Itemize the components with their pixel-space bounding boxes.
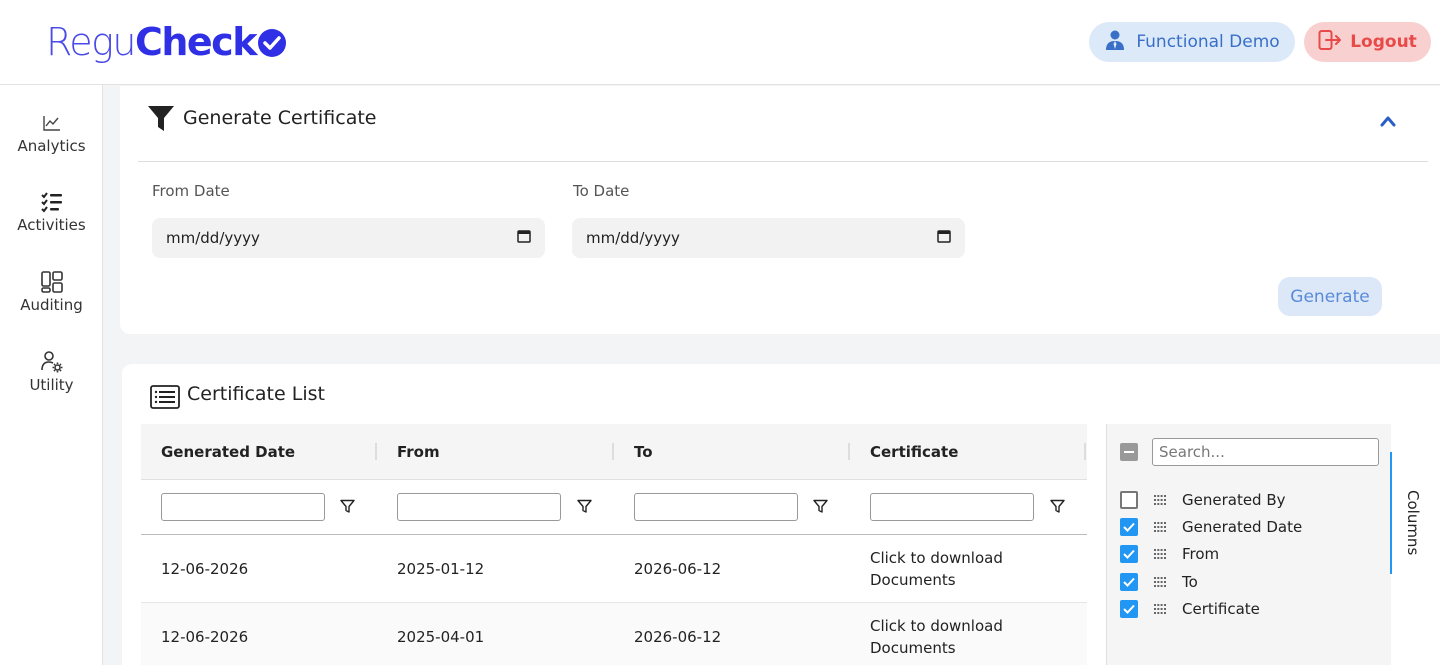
sidebar-item-label: Utility [29,376,74,394]
column-toggle-generated-date[interactable]: Generated Date [1120,515,1302,539]
column-toggle-label: Generated Date [1182,518,1303,536]
from-date-value: mm/dd/yyyy [166,229,260,247]
regucheck-logo[interactable]: Regu Check [46,18,286,66]
app-header: Regu Check Functional Demo Logout [0,0,1440,85]
to-filter-input[interactable] [634,493,798,521]
sidebar-item-label: Activities [17,216,86,234]
drag-handle-icon[interactable] [1154,522,1166,532]
filter-icon [147,105,175,137]
generated-date-cell: 12-06-2026 [161,628,249,646]
certificate-download-link[interactable]: Click to download Documents [870,535,1003,603]
column-header-to[interactable]: To [634,424,653,480]
column-toggle-label: Certificate [1182,600,1260,618]
certificate-filter-input[interactable] [870,493,1034,521]
certificate-download-link[interactable]: Click to download Documents [870,603,1003,665]
logout-label: Logout [1350,32,1417,52]
logo-text-check: Check [134,20,258,64]
generate-certificate-title: Generate Certificate [183,107,377,129]
drag-handle-icon[interactable] [1154,604,1166,614]
logout-icon [1318,29,1342,56]
filter-icon[interactable] [577,499,592,518]
checklist-icon [0,190,103,214]
to-cell: 2026-06-12 [634,560,722,578]
table-row[interactable]: 12-06-2026 2025-01-12 2026-06-12 Click t… [141,535,1087,603]
certificate-link-line1: Click to download [870,617,1003,635]
from-filter-input[interactable] [397,493,561,521]
generate-certificate-panel: Generate Certificate From Date To Date m… [120,86,1440,334]
filter-row [141,480,1087,535]
functional-demo-label: Functional Demo [1136,32,1280,52]
check-badge-icon [257,29,286,57]
sidebar-item-analytics[interactable]: Analytics [0,111,103,155]
certificate-list-panel: Certificate List Generated Date From To … [122,364,1440,665]
drag-handle-icon[interactable] [1154,495,1166,505]
columns-search-input[interactable] [1152,438,1379,466]
filter-icon[interactable] [1050,499,1065,518]
column-toggle-label: Generated By [1182,491,1286,509]
column-resize-handle[interactable] [848,443,850,460]
drag-handle-icon[interactable] [1154,549,1166,559]
columns-side-tab[interactable]: Columns [1390,452,1428,574]
sidebar-item-label: Analytics [17,137,86,155]
logo-text-regu: Regu [46,20,136,64]
drag-handle-icon[interactable] [1154,577,1166,587]
filter-icon[interactable] [340,499,355,518]
sidebar-item-label: Auditing [20,296,83,314]
checkbox-checked[interactable] [1120,600,1138,618]
column-toggle-generated-by[interactable]: Generated By [1120,488,1286,512]
certificate-link-line2: Documents [870,571,956,589]
column-toggle-certificate[interactable]: Certificate [1120,597,1260,621]
list-icon [150,385,180,413]
from-date-input[interactable]: mm/dd/yyyy [152,218,545,258]
column-resize-handle[interactable] [612,443,614,460]
to-date-label: To Date [573,182,630,200]
user-gear-icon [0,350,103,374]
column-toggle-to[interactable]: To [1120,570,1198,594]
user-tie-icon [1104,29,1126,56]
select-all-columns-checkbox[interactable] [1120,443,1138,461]
divider [138,161,1428,162]
chart-line-icon [0,111,103,135]
column-header-certificate[interactable]: Certificate [870,424,958,480]
column-toggle-label: From [1182,545,1220,563]
checkbox-checked[interactable] [1120,518,1138,536]
column-resize-handle[interactable] [1084,443,1086,460]
column-header-from[interactable]: From [397,424,440,480]
sidebar-item-utility[interactable]: Utility [0,350,103,394]
sidebar-item-auditing[interactable]: Auditing [0,270,103,314]
certificate-grid: Generated Date From To Certificate 12-06… [141,424,1087,665]
filter-icon[interactable] [813,499,828,518]
checkbox-checked[interactable] [1120,545,1138,563]
logout-button[interactable]: Logout [1304,22,1431,62]
from-cell: 2025-04-01 [397,628,485,646]
functional-demo-button[interactable]: Functional Demo [1089,22,1295,62]
calendar-icon[interactable] [517,229,531,247]
sidebar-item-activities[interactable]: Activities [0,190,103,234]
generate-button[interactable]: Generate [1278,277,1382,316]
columns-tab-label: Columns [1404,490,1422,556]
dashboard-icon [0,270,103,294]
certificate-link-line2: Documents [870,639,956,657]
sidebar: Analytics Activities Auditing Utility [0,85,103,665]
checkbox-checked[interactable] [1120,573,1138,591]
certificate-list-title: Certificate List [187,383,325,405]
chevron-up-icon[interactable] [1380,112,1396,131]
generated-date-filter-input[interactable] [161,493,325,521]
to-cell: 2026-06-12 [634,628,722,646]
checkbox-unchecked[interactable] [1120,491,1138,509]
grid-header: Generated Date From To Certificate [141,424,1087,480]
columns-tool-panel: Generated By Generated Date From To Cert… [1106,424,1391,665]
from-date-label: From Date [152,182,230,200]
to-date-input[interactable]: mm/dd/yyyy [572,218,965,258]
generated-date-cell: 12-06-2026 [161,560,249,578]
calendar-icon[interactable] [937,229,951,247]
column-header-generated-date[interactable]: Generated Date [161,424,295,480]
column-toggle-from[interactable]: From [1120,542,1219,566]
table-row[interactable]: 12-06-2026 2025-04-01 2026-06-12 Click t… [141,603,1087,665]
certificate-link-line1: Click to download [870,549,1003,567]
column-resize-handle[interactable] [375,443,377,460]
to-date-value: mm/dd/yyyy [586,229,680,247]
from-cell: 2025-01-12 [397,560,485,578]
column-toggle-label: To [1182,573,1198,591]
